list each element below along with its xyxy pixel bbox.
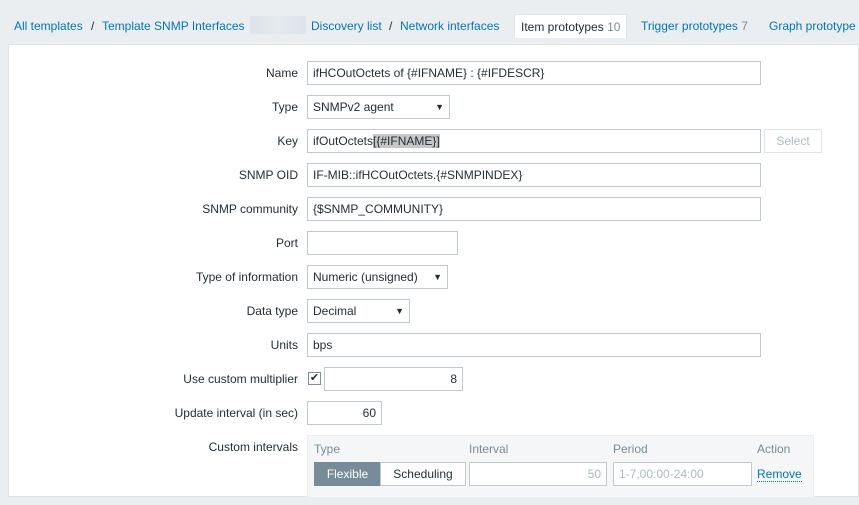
- column-header-period: Period: [613, 442, 648, 456]
- data-type-select[interactable]: Decimal ▼: [307, 299, 410, 323]
- breadcrumb-template[interactable]: Template SNMP Interfaces: [102, 19, 245, 33]
- key-label: Key: [277, 134, 298, 148]
- tab-graph-prototypes[interactable]: Graph prototype: [769, 19, 856, 33]
- custom-multiplier-label: Use custom multiplier: [183, 372, 298, 386]
- chevron-down-icon: ▼: [433, 272, 442, 282]
- period-input[interactable]: 1-7,00:00-24:00: [613, 462, 752, 486]
- tab-item-prototypes[interactable]: Item prototypes 10: [514, 14, 628, 38]
- data-type-label: Data type: [246, 304, 298, 318]
- remove-interval-link[interactable]: Remove: [757, 467, 802, 482]
- interval-input[interactable]: 50: [469, 462, 607, 486]
- tab-label: Item prototypes: [521, 20, 604, 34]
- key-input[interactable]: ifOutOctets[{#IFNAME}]: [307, 129, 761, 153]
- data-type-value: Decimal: [313, 304, 357, 318]
- type-label: Type: [271, 100, 298, 114]
- update-interval-label: Update interval (in sec): [174, 406, 298, 420]
- custom-multiplier-input[interactable]: 8: [324, 367, 463, 391]
- key-value-text: ifOutOctets: [313, 134, 374, 148]
- redacted-host: [250, 16, 306, 34]
- snmp-oid-label: SNMP OID: [238, 168, 298, 182]
- name-input[interactable]: ifHCOutOctets of {#IFNAME} : {#IFDESCR}: [307, 61, 761, 85]
- type-of-information-select[interactable]: Numeric (unsigned) ▼: [307, 265, 448, 289]
- breadcrumb-network-interfaces[interactable]: Network interfaces: [400, 19, 499, 33]
- custom-multiplier-checkbox[interactable]: ✔: [308, 372, 321, 385]
- custom-intervals-label: Custom intervals: [208, 440, 298, 454]
- units-input[interactable]: bps: [307, 333, 761, 357]
- breadcrumb-nav: All templates / Template SNMP Interfaces…: [0, 10, 859, 42]
- breadcrumb-separator: /: [91, 19, 95, 33]
- breadcrumb-all-templates[interactable]: All templates: [14, 19, 83, 33]
- tab-count: 7: [741, 19, 748, 33]
- tab-label: Graph prototype: [769, 19, 856, 33]
- column-header-action: Action: [757, 442, 791, 456]
- column-header-type: Type: [314, 442, 341, 456]
- snmp-community-label: SNMP community: [202, 202, 298, 216]
- tab-label: Trigger prototypes: [641, 19, 738, 33]
- chevron-down-icon: ▼: [435, 102, 444, 112]
- port-label: Port: [275, 236, 298, 250]
- snmp-oid-input[interactable]: IF-MIB::ifHCOutOctets.{#SNMPINDEX}: [307, 163, 761, 187]
- custom-intervals-table: Type Interval Period Action Flexible Sch…: [307, 435, 814, 498]
- type-of-information-label: Type of information: [195, 270, 298, 284]
- port-input[interactable]: [307, 231, 458, 255]
- key-select-button[interactable]: Select: [764, 129, 822, 153]
- update-interval-input[interactable]: 60: [307, 401, 382, 425]
- type-select[interactable]: SNMPv2 agent ▼: [307, 95, 450, 119]
- type-of-information-value: Numeric (unsigned): [313, 270, 418, 284]
- breadcrumb-discovery-list[interactable]: Discovery list: [311, 19, 382, 33]
- interval-type-scheduling[interactable]: Scheduling: [380, 462, 466, 486]
- column-header-interval: Interval: [469, 442, 509, 456]
- interval-type-flexible[interactable]: Flexible: [314, 462, 381, 486]
- tab-trigger-prototypes[interactable]: Trigger prototypes 7: [641, 19, 748, 33]
- chevron-down-icon: ▼: [395, 306, 404, 316]
- snmp-community-input[interactable]: {$SNMP_COMMUNITY}: [307, 197, 761, 221]
- type-select-value: SNMPv2 agent: [313, 100, 394, 114]
- tab-count: 10: [607, 20, 621, 34]
- units-label: Units: [270, 338, 298, 352]
- breadcrumb-separator: /: [389, 19, 393, 33]
- key-value-selected: [{#IFNAME}]: [373, 134, 440, 148]
- name-label: Name: [265, 66, 298, 80]
